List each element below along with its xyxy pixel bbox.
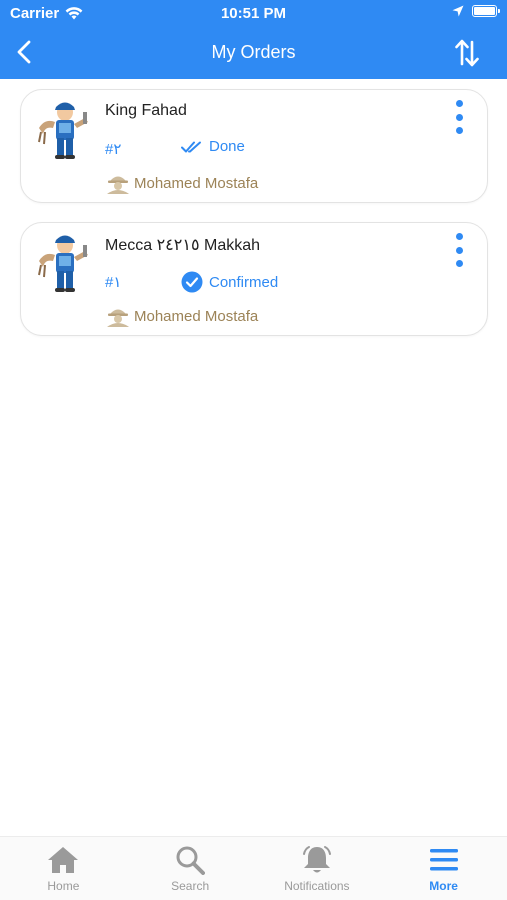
worker-name: Mohamed Mostafa	[134, 307, 259, 325]
more-vertical-icon	[455, 233, 463, 240]
tab-notifications-label: Notifications	[284, 879, 350, 893]
header: Carrier 10:51 PM My Orders	[0, 0, 507, 79]
status-bar: Carrier 10:51 PM	[0, 0, 507, 28]
worker-name: Mohamed Mostafa	[134, 174, 259, 192]
tab-more-label: More	[429, 879, 458, 893]
nav-bar: My Orders	[0, 28, 507, 79]
sort-button[interactable]	[451, 36, 483, 70]
order-menu-button[interactable]	[451, 233, 467, 267]
tab-more[interactable]: More	[380, 837, 507, 900]
order-status-label: Done	[209, 138, 245, 155]
tab-notifications[interactable]: Notifications	[254, 837, 381, 900]
order-card[interactable]: King Fahad #٢ Done Mohamed Mostafa	[20, 89, 488, 203]
worker: Mohamed Mostafa	[105, 172, 258, 194]
tab-home[interactable]: Home	[0, 837, 127, 900]
orders-list: King Fahad #٢ Done Mohamed Mostafa Mecca…	[20, 89, 488, 355]
order-card[interactable]: Mecca ٢٤٢١٥ Makkah #١ Confirmed Mohamed …	[20, 222, 488, 336]
order-number: #٢	[105, 141, 122, 158]
menu-icon	[427, 845, 461, 875]
sort-arrows-icon	[455, 39, 479, 67]
check-circle-icon	[181, 271, 203, 293]
double-check-icon	[181, 141, 201, 152]
tab-search[interactable]: Search	[127, 837, 254, 900]
bell-icon	[300, 845, 334, 875]
home-icon	[46, 845, 80, 875]
clock: 10:51 PM	[220, 5, 287, 22]
order-status: Confirmed	[181, 271, 278, 293]
order-status-label: Confirmed	[209, 273, 279, 291]
search-icon	[173, 845, 207, 875]
status-indicators	[452, 5, 500, 17]
more-vertical-icon	[455, 100, 463, 107]
tab-bar: Home Search Notifications More	[0, 836, 507, 900]
worker: Mohamed Mostafa	[105, 305, 258, 327]
tab-home-label: Home	[47, 879, 80, 893]
page-title: My Orders	[211, 42, 296, 62]
plumber-avatar-icon	[38, 235, 88, 292]
worker-helmet-icon	[107, 309, 129, 327]
order-number: #١	[105, 274, 122, 291]
order-title: Mecca ٢٤٢١٥ Makkah	[105, 237, 261, 254]
tab-search-label: Search	[171, 879, 210, 893]
worker-helmet-icon	[107, 176, 129, 194]
location-arrow-icon	[452, 5, 464, 17]
order-title: King Fahad	[105, 102, 187, 119]
order-status: Done	[181, 138, 245, 155]
battery-icon	[472, 5, 500, 17]
order-menu-button[interactable]	[451, 100, 467, 134]
plumber-avatar-icon	[38, 102, 88, 159]
